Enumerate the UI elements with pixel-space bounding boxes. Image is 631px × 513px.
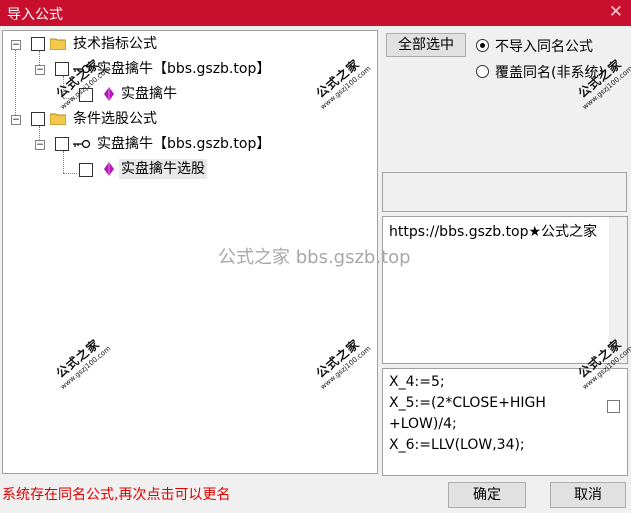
tree-node-indicator-formulas[interactable]: − 技术指标公式	[3, 34, 373, 54]
radio-dot[interactable]	[476, 39, 489, 52]
window-title: 导入公式	[7, 7, 63, 23]
code-line: X_5:=(2*CLOSE+HIGH	[389, 395, 546, 411]
checkbox[interactable]	[55, 137, 69, 151]
radio-no-import[interactable]: 不导入同名公式	[476, 36, 593, 56]
status-message: 系统存在同名公式,再次点击可以更名	[2, 487, 231, 503]
info-textarea[interactable]: https://bbs.gszb.top★公式之家	[382, 216, 628, 364]
watermark-text: 公式之家 bbs.gszb.top	[218, 247, 411, 268]
checkbox[interactable]	[31, 37, 45, 51]
gem-icon	[104, 162, 114, 176]
code-line: +LOW)/4;	[389, 416, 457, 432]
tree-label: 技术指标公式	[73, 36, 157, 52]
info-text: https://bbs.gszb.top★公式之家	[389, 224, 598, 240]
close-icon[interactable]: ✕	[609, 2, 623, 22]
key-icon	[73, 139, 91, 149]
radio-dot[interactable]	[476, 65, 489, 78]
tree-label: 实盘擒牛	[121, 86, 177, 102]
code-line: X_6:=LLV(LOW,34);	[389, 437, 525, 453]
title-bar: 导入公式 ✕	[0, 0, 631, 26]
collapse-icon[interactable]: −	[35, 140, 45, 150]
collapse-icon[interactable]: −	[11, 115, 21, 125]
ok-button[interactable]: 确定	[448, 482, 526, 508]
tree-label: 实盘擒牛【bbs.gszb.top】	[97, 136, 271, 152]
tree-label: 实盘擒牛【bbs.gszb.top】	[97, 61, 271, 77]
checkbox[interactable]	[31, 112, 45, 126]
checkbox[interactable]	[55, 62, 69, 76]
folder-icon	[50, 113, 66, 125]
collapse-icon[interactable]: −	[11, 40, 21, 50]
radio-label: 不导入同名公式	[495, 39, 593, 55]
tree-node-formula[interactable]: − 实盘擒牛【bbs.gszb.top】	[3, 134, 373, 154]
tree-label: 条件选股公式	[73, 111, 157, 127]
tree-line	[15, 43, 16, 119]
checkbox[interactable]	[79, 163, 93, 177]
select-all-button[interactable]: 全部选中	[386, 33, 466, 57]
gem-icon	[104, 87, 114, 101]
tree-node-screening-formulas[interactable]: − 条件选股公式	[3, 109, 373, 129]
checkbox[interactable]	[607, 400, 620, 413]
folder-icon	[50, 38, 66, 50]
tree-node-formula[interactable]: − 实盘擒牛【bbs.gszb.top】	[3, 59, 373, 79]
cancel-button[interactable]: 取消	[550, 482, 626, 508]
tree-node-formula-item[interactable]: 实盘擒牛选股	[3, 159, 373, 179]
collapse-icon[interactable]: −	[35, 65, 45, 75]
tree-label-selected: 实盘擒牛选股	[119, 159, 207, 179]
empty-field	[382, 172, 627, 212]
